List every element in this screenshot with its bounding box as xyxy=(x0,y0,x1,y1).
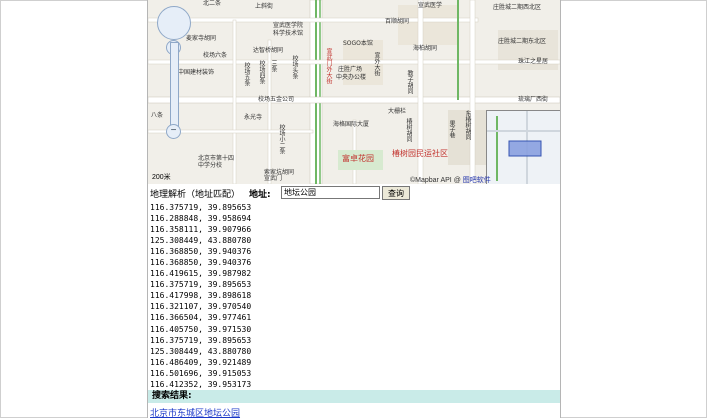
map-label: 海格国际大厦 xyxy=(333,121,370,128)
coordinate-row: 116.288848, 39.958694 xyxy=(150,214,252,224)
zoom-out-button[interactable]: − xyxy=(166,124,181,139)
coordinate-row: 116.419615, 39.987982 xyxy=(150,269,252,279)
map-label: 宣武门 xyxy=(264,175,283,182)
coordinate-row: 116.321107, 39.970540 xyxy=(150,302,252,312)
coordinate-row: 116.375719, 39.895653 xyxy=(150,203,252,212)
overview-map[interactable] xyxy=(486,110,560,184)
map-label: 东椿树胡同 xyxy=(464,110,471,140)
map-label: 宣武门外大街 xyxy=(325,48,332,84)
map-label: 富卓花园 xyxy=(342,154,374,163)
geocode-form: 地理解析（地址匹配） 地址: 查询 xyxy=(148,185,560,201)
map-label: 索家坑胡同 xyxy=(264,169,295,176)
map-label: 琉璃厂西街 xyxy=(518,96,549,103)
map-label: 校场五条 xyxy=(243,62,250,86)
coordinate-row: 125.308449, 43.880780 xyxy=(150,346,252,356)
copyright-link[interactable]: 图吧软件 xyxy=(463,177,491,184)
map-label: 椿树胡同 xyxy=(405,118,412,142)
map-label: 校场五金公司 xyxy=(258,96,295,103)
map-label: 庄胜广场 xyxy=(338,66,363,73)
map-label: 校场头条 xyxy=(291,55,298,79)
coordinate-row: 116.412352, 39.953173 xyxy=(150,379,252,389)
pan-control[interactable] xyxy=(157,6,191,40)
map-label: 麦家寺胡同 xyxy=(186,35,217,42)
map-label: SOGO本馆 xyxy=(343,40,373,47)
coordinate-row: 116.375719, 39.895653 xyxy=(150,280,252,290)
map-label: 教子胡同 xyxy=(406,70,413,94)
geocode-title: 地理解析（地址匹配） xyxy=(150,190,241,200)
scale-bar: 200米 xyxy=(152,174,171,181)
coordinate-row: 116.405750, 39.971530 xyxy=(150,324,252,334)
map-label: 中国建材装饰 xyxy=(178,69,215,76)
map-label: 八条 xyxy=(151,112,164,119)
map-label: 百顺胡同 xyxy=(385,18,410,25)
zoom-slider[interactable] xyxy=(170,42,179,128)
map-label: 中央办公楼 xyxy=(336,74,367,81)
address-input[interactable] xyxy=(281,186,380,199)
map-label: 三条 xyxy=(270,60,277,72)
map-label: 北二条 xyxy=(203,0,222,7)
content-pane: 北二条 庄胜城二期西北区 上斜街 宣武医学院 宣武医学 百顺胡同 科学技术馆 麦… xyxy=(147,0,561,418)
map-label: 达智桥胡同 xyxy=(253,47,284,54)
copyright-separator: @ xyxy=(453,177,461,184)
map-label: 珠江之星居 xyxy=(518,58,549,65)
map-label: 椿树园民运社区 xyxy=(392,149,448,158)
coordinate-row: 125.308449, 43.880780 xyxy=(150,236,252,246)
map-copyright: ©Mapbar API @ 图吧软件 xyxy=(410,175,491,184)
results-header: 搜索结果: xyxy=(148,390,560,403)
coordinate-row: 116.368850, 39.940376 xyxy=(150,258,252,268)
coordinate-list: 116.375719, 39.895653 116.288848, 39.9586… xyxy=(150,202,251,390)
query-button[interactable]: 查询 xyxy=(382,186,410,200)
map-label: 庄胜城二期西北区 xyxy=(493,4,542,11)
map-label: 校场小二条 xyxy=(278,124,285,154)
map-view[interactable]: 北二条 庄胜城二期西北区 上斜街 宣武医学院 宣武医学 百顺胡同 科学技术馆 麦… xyxy=(148,0,560,184)
coordinate-row: 116.358111, 39.907966 xyxy=(150,225,252,235)
map-label: 宣外大街 xyxy=(373,52,380,76)
map-label: 海柏胡同 xyxy=(413,45,438,52)
coordinate-row: 116.368850, 39.940376 xyxy=(150,247,252,257)
coordinate-row: 116.366504, 39.977461 xyxy=(150,313,252,323)
copyright-text: ©Mapbar API xyxy=(410,177,452,184)
result-link[interactable]: 北京市东城区地坛公园 xyxy=(150,406,240,418)
map-label: 校场四条 xyxy=(258,60,265,84)
coordinate-row: 116.375719, 39.895653 xyxy=(150,335,252,345)
coordinate-row: 116.486409, 39.921489 xyxy=(150,357,252,367)
map-label: 北京市第十四 xyxy=(198,155,235,162)
coordinate-row: 116.501696, 39.915053 xyxy=(150,368,252,378)
map-label: 校场六条 xyxy=(203,52,228,59)
map-label: 庄胜城二期东北区 xyxy=(498,38,547,45)
address-label: 地址: xyxy=(249,190,271,200)
map-label: 果子巷 xyxy=(448,120,455,138)
map-label: 大栅栏 xyxy=(388,108,407,115)
map-label: 宣武医学 xyxy=(418,2,443,9)
map-label: 中学分校 xyxy=(198,162,223,169)
coordinate-row: 116.417998, 39.898618 xyxy=(150,291,252,301)
map-label: 永光寺 xyxy=(244,114,263,121)
map-label: 科学技术馆 xyxy=(273,30,304,37)
map-label: 宣武医学院 xyxy=(273,22,304,29)
map-label: 上斜街 xyxy=(255,3,274,10)
